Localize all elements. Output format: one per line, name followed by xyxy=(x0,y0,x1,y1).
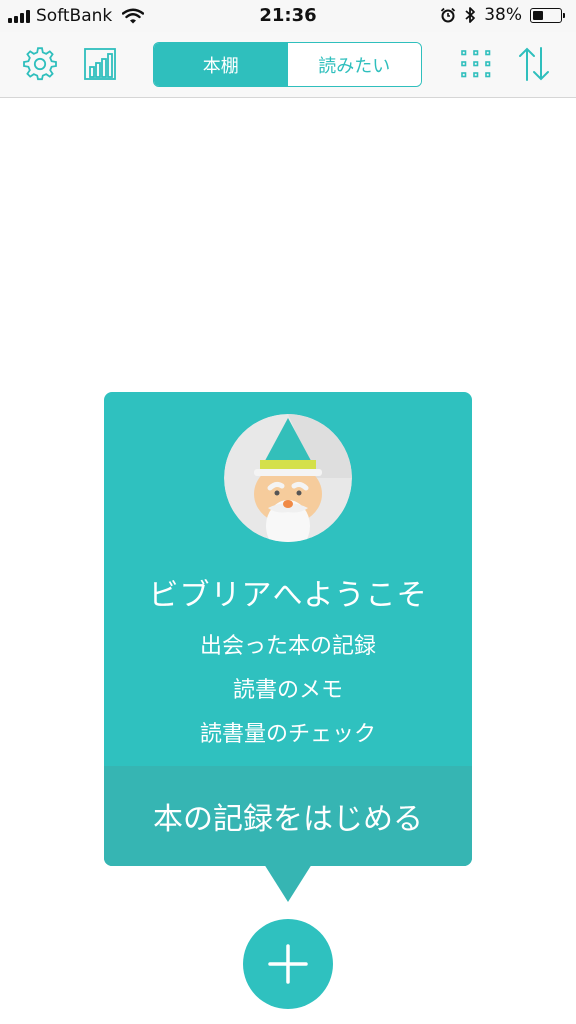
grid-view-button[interactable] xyxy=(458,46,494,82)
nav-bar: 本棚 読みたい xyxy=(0,32,576,98)
add-book-button[interactable] xyxy=(243,919,333,1009)
shelf-segmented-control: 本棚 読みたい xyxy=(153,42,422,87)
card-pointer xyxy=(264,864,312,902)
status-right: 38% xyxy=(440,5,565,25)
start-recording-button[interactable]: 本の記録をはじめる xyxy=(104,766,472,866)
plus-icon xyxy=(268,944,308,984)
wizard-avatar-icon xyxy=(224,414,352,542)
feature-reading-check: 読書量のチェック xyxy=(199,722,376,747)
sort-button[interactable] xyxy=(516,46,552,82)
bluetooth-icon xyxy=(465,7,476,23)
battery-fill xyxy=(533,10,543,20)
settings-button[interactable] xyxy=(22,46,58,82)
bar-chart-icon xyxy=(84,48,116,80)
sort-icon xyxy=(519,47,549,81)
feature-book-record: 出会った本の記録 xyxy=(199,634,376,659)
feature-reading-memo: 読書のメモ xyxy=(232,678,343,703)
welcome-card: ビブリアへようこそ 出会った本の記録 読書のメモ 読書量のチェック 本の記録をは… xyxy=(104,392,472,866)
status-bar: SoftBank 21:36 38% xyxy=(0,0,576,32)
alarm-icon xyxy=(441,7,456,23)
tab-bookshelf[interactable]: 本棚 xyxy=(154,43,288,86)
gear-icon xyxy=(23,47,57,81)
tab-want-to-read[interactable]: 読みたい xyxy=(287,43,421,86)
welcome-title: ビブリアへようこそ xyxy=(148,578,428,613)
battery-percent: 38% xyxy=(484,5,522,25)
battery-icon xyxy=(530,7,565,23)
grid-icon xyxy=(461,50,491,78)
stats-button[interactable] xyxy=(82,46,118,82)
